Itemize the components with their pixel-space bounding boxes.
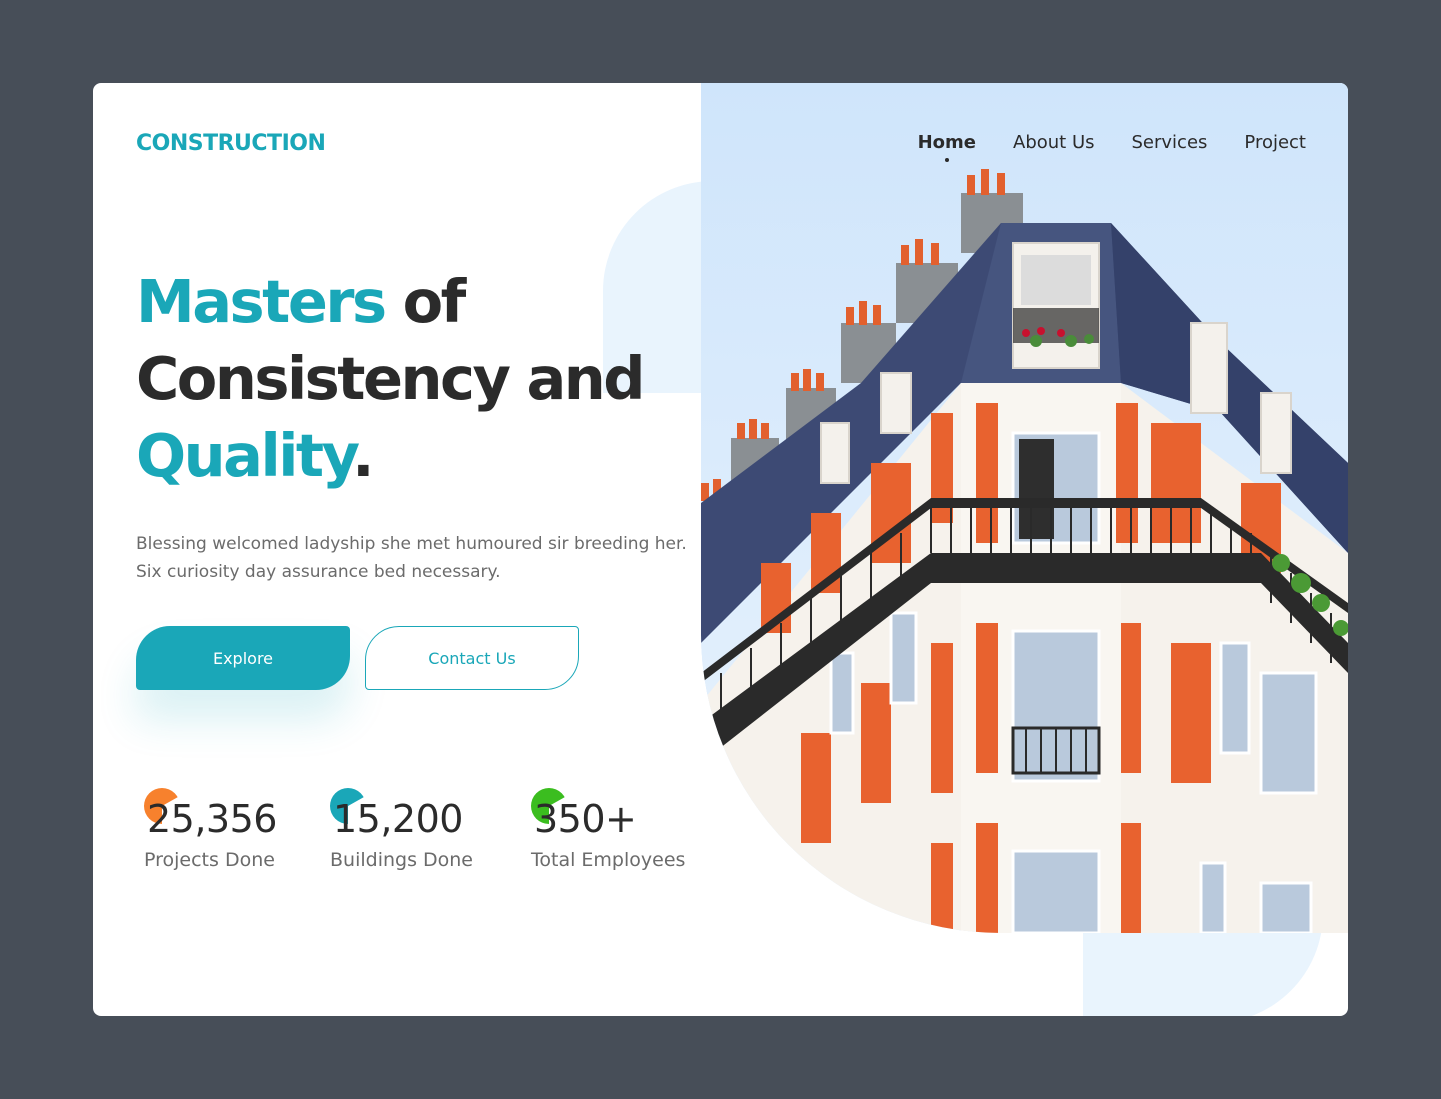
stat-employees: 350+ Total Employees [531,788,685,871]
building-photo [701,83,1348,933]
stat-label: Total Employees [531,849,686,871]
brand-logo[interactable]: CONSTRUCTION [136,131,326,156]
stat-label: Buildings Done [330,849,474,871]
headline-word-masters: Masters [136,267,387,336]
nav-item-project[interactable]: Project [1244,132,1306,153]
stat-value: 15,200 [333,797,463,841]
hero-description: Blessing welcomed ladyship she met humou… [136,534,687,582]
stat-label: Projects Done [144,849,275,871]
nav-item-services[interactable]: Services [1132,132,1208,153]
hero-headline: Masters of Consistency and Quality. [136,263,696,494]
stat-value: 25,356 [147,797,277,841]
headline-word-quality: Quality [136,421,355,490]
nav-item-about-us[interactable]: About Us [1013,132,1095,153]
main-nav: Home About Us Services Project [918,132,1306,162]
explore-button[interactable]: Explore [136,626,350,690]
stat-projects: 25,356 Projects Done [144,788,277,871]
stat-value: 350+ [534,797,637,841]
nav-item-home[interactable]: Home [918,132,976,162]
headline-period: . [352,421,374,490]
headline-line-consistency: Consistency and [136,344,646,413]
hero-card: CONSTRUCTION Home About Us Services Proj… [93,83,1348,1016]
headline-word-of: of [384,267,467,336]
stat-buildings: 15,200 Buildings Done [330,788,473,871]
contact-us-button[interactable]: Contact Us [365,626,579,690]
